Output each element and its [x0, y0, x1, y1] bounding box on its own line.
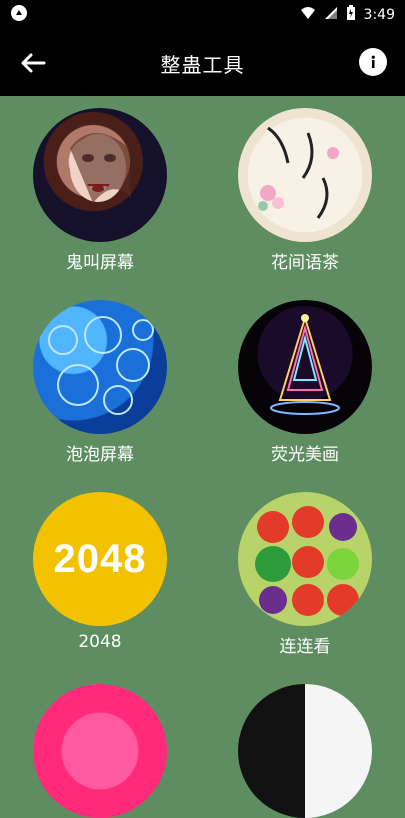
- bubbles-icon: [48, 316, 154, 415]
- info-button[interactable]: [359, 48, 387, 76]
- tool-tile-fluorescent-painting[interactable]: 荧光美画: [230, 300, 380, 465]
- tool-tile-flower-tea[interactable]: 花间语茶: [230, 108, 380, 273]
- cellular-icon: [324, 6, 338, 24]
- tool-tile-partial-1[interactable]: [25, 684, 175, 818]
- glowing-tree-icon: [270, 314, 340, 415]
- glowing-tree-image: [238, 300, 372, 434]
- info-icon: [371, 55, 375, 68]
- vampire-image: [33, 108, 167, 242]
- back-arrow-icon: [21, 53, 46, 73]
- tool-label: 荧光美画: [271, 445, 339, 465]
- tool-label: 连连看: [279, 637, 331, 657]
- wifi-icon: [300, 6, 316, 24]
- tool-tile-partial-2[interactable]: [230, 684, 380, 818]
- tool-label: 花间语茶: [271, 253, 339, 273]
- pink-circle-image: [33, 684, 167, 818]
- status-right: 3:49: [300, 5, 395, 25]
- status-left: [10, 4, 28, 26]
- 2048-image: 2048: [33, 492, 167, 626]
- tool-tile-ghost-screen[interactable]: 鬼叫屏幕: [25, 108, 175, 273]
- tool-label: 泡泡屏幕: [66, 445, 134, 465]
- bubbles-image: [33, 300, 167, 434]
- tools-grid: 鬼叫屏幕 花间语茶 泡泡屏幕 荧光美画 2048 2048 连连看: [0, 96, 405, 818]
- tool-tile-lianliankan[interactable]: 连连看: [230, 492, 380, 657]
- fruit-match-image: [238, 492, 372, 626]
- black-white-circle-image: [238, 684, 372, 818]
- tool-tile-2048[interactable]: 2048 2048: [25, 492, 175, 652]
- tool-label: 鬼叫屏幕: [66, 253, 134, 273]
- page-title: 整蛊工具: [160, 52, 245, 77]
- status-bar: 3:49: [0, 0, 405, 30]
- notification-icon: [10, 4, 28, 26]
- vampire-icon: [70, 133, 131, 203]
- flower-tea-image: [238, 108, 372, 242]
- battery-charging-icon: [346, 5, 356, 25]
- tool-label: 2048: [78, 632, 122, 652]
- tool-tile-bubble-screen[interactable]: 泡泡屏幕: [25, 300, 175, 465]
- fruit-match-icon: [255, 506, 359, 616]
- status-time: 3:49: [363, 7, 395, 23]
- 2048-logo: 2048: [53, 536, 147, 581]
- back-button[interactable]: [18, 50, 48, 76]
- app-bar: 整蛊工具: [0, 30, 405, 96]
- flower-tea-icon: [258, 126, 339, 219]
